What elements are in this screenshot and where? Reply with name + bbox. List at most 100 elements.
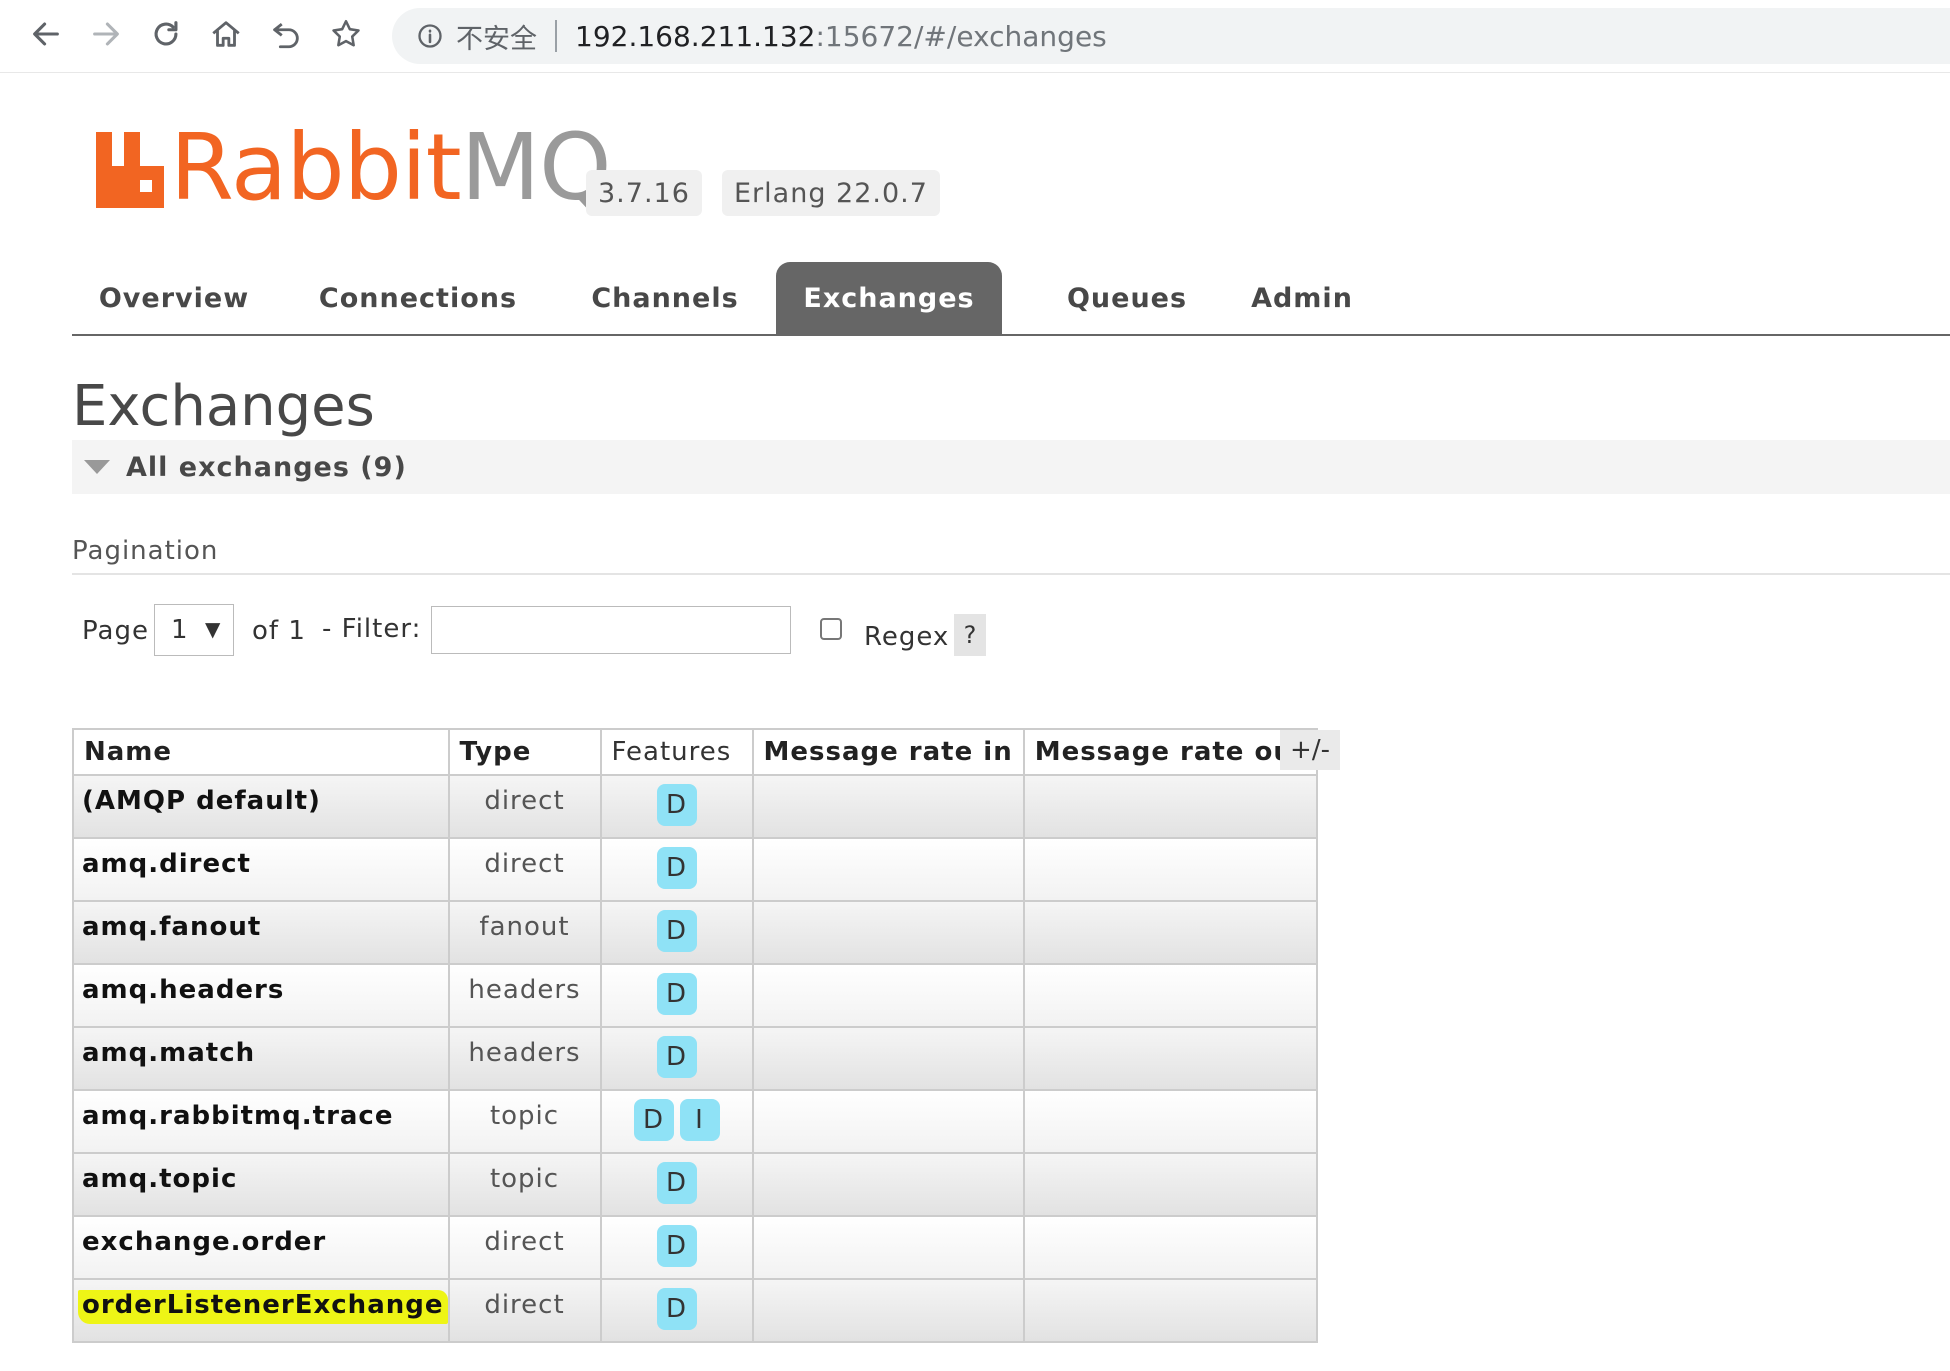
exchange-name[interactable]: amq.topic: [82, 1164, 237, 1194]
version-badge: 3.7.16: [586, 170, 702, 216]
rate-out-cell: [1022, 1216, 1319, 1280]
reload-icon: [154, 21, 178, 46]
section-label: All exchanges (9): [126, 451, 407, 483]
rate-in-cell: [751, 775, 1025, 839]
page-label: Page: [82, 616, 149, 646]
back-button[interactable]: [24, 12, 68, 56]
reload-button[interactable]: [144, 12, 188, 56]
exchange-type: direct: [484, 1227, 565, 1257]
rabbitmq-logo-icon: [96, 132, 164, 208]
tab-queues[interactable]: Queues: [1042, 262, 1212, 334]
exchange-type: topic: [489, 1101, 560, 1131]
pagination-divider: [72, 573, 1950, 575]
all-exchanges-toggle[interactable]: All exchanges (9): [72, 440, 1950, 494]
rate-in-cell: [751, 838, 1025, 902]
exchange-name[interactable]: amq.rabbitmq.trace: [82, 1101, 393, 1131]
rate-out-cell: [1022, 964, 1319, 1028]
regex-help-button[interactable]: ?: [954, 614, 986, 656]
undo-history-icon: [273, 22, 299, 49]
rate-out-cell: [1022, 901, 1319, 965]
rabbitmq-logo[interactable]: RabbitMQ TM: [96, 122, 630, 214]
forward-arrow-icon: [93, 22, 119, 46]
column-header-rate-in[interactable]: Message rate in: [751, 728, 1025, 776]
rate-in-cell: [751, 901, 1025, 965]
rate-out-cell: [1022, 1153, 1319, 1217]
table-row[interactable]: amq.fanout fanout D: [72, 901, 1319, 965]
exchange-type: headers: [468, 975, 581, 1005]
rate-out-cell: [1022, 775, 1319, 839]
bookmark-button[interactable]: [324, 12, 368, 56]
filter-label: - Filter:: [322, 614, 422, 644]
exchange-name[interactable]: amq.match: [82, 1038, 255, 1068]
column-header-features: Features: [599, 728, 754, 776]
exchange-name[interactable]: amq.fanout: [82, 912, 261, 942]
dropdown-arrow-icon: ▼: [205, 617, 221, 641]
table-row[interactable]: orderListenerExchange direct D: [72, 1279, 1319, 1343]
exchange-type: topic: [489, 1164, 560, 1194]
exchange-name[interactable]: (AMQP default): [82, 786, 321, 816]
page-select-value: 1: [171, 615, 188, 645]
erlang-version-badge: Erlang 22.0.7: [722, 170, 940, 216]
page-select[interactable]: 1 ▼: [154, 604, 234, 656]
url-host: 192.168.211.132: [575, 19, 816, 53]
table-row[interactable]: amq.rabbitmq.trace topic DI: [72, 1090, 1319, 1154]
column-header-name[interactable]: Name: [72, 728, 450, 776]
exchange-name[interactable]: exchange.order: [82, 1227, 326, 1257]
url-path: :15672/#/exchanges: [815, 19, 1107, 53]
exchanges-table: Name Type Features Message rate in Messa…: [72, 728, 1319, 1343]
filter-input[interactable]: [431, 606, 791, 654]
rate-in-cell: [751, 964, 1025, 1028]
tab-channels[interactable]: Channels: [580, 262, 750, 334]
rate-in-cell: [751, 1090, 1025, 1154]
table-header-row: Name Type Features Message rate in Messa…: [72, 728, 1319, 776]
exchange-name[interactable]: amq.direct: [82, 849, 251, 879]
exchange-name[interactable]: amq.headers: [82, 975, 284, 1005]
table-row[interactable]: exchange.order direct D: [72, 1216, 1319, 1280]
rate-in-cell: [751, 1279, 1025, 1343]
history-button[interactable]: [264, 12, 308, 56]
tab-admin[interactable]: Admin: [1232, 262, 1372, 334]
security-label: 不安全: [456, 23, 537, 55]
pagination-heading[interactable]: Pagination: [72, 536, 218, 566]
feature-badge-durable: D: [633, 1099, 674, 1141]
table-row[interactable]: amq.topic topic D: [72, 1153, 1319, 1217]
exchange-type: fanout: [479, 912, 570, 942]
feature-badge-durable: D: [656, 1162, 697, 1204]
rate-out-cell: [1022, 1027, 1319, 1091]
table-row[interactable]: (AMQP default) direct D: [72, 775, 1319, 839]
rate-in-cell: [751, 1027, 1025, 1091]
feature-badge-durable: D: [656, 1036, 697, 1078]
page-title: Exchanges: [72, 374, 375, 439]
triangle-down-icon: [84, 460, 110, 474]
regex-label: Regex: [864, 622, 950, 652]
exchange-name-highlighted[interactable]: orderListenerExchange: [78, 1290, 448, 1324]
rate-out-cell: [1022, 1090, 1319, 1154]
info-icon[interactable]: [416, 22, 444, 50]
table-row[interactable]: amq.headers headers D: [72, 964, 1319, 1028]
address-separator: [555, 20, 557, 52]
exchange-type: direct: [484, 786, 565, 816]
main-tabs: Overview Connections Channels Exchanges …: [72, 262, 1950, 336]
regex-checkbox[interactable]: [820, 618, 842, 640]
feature-badge-durable: D: [656, 973, 697, 1015]
column-header-type[interactable]: Type: [447, 728, 602, 776]
tab-overview[interactable]: Overview: [94, 262, 254, 334]
feature-badge-durable: D: [656, 910, 697, 952]
back-arrow-icon: [33, 22, 59, 46]
column-toggle-button[interactable]: +/-: [1280, 730, 1340, 770]
star-icon: [332, 19, 360, 47]
table-row[interactable]: amq.match headers D: [72, 1027, 1319, 1091]
exchange-type: direct: [484, 849, 565, 879]
home-button[interactable]: [204, 12, 248, 56]
feature-badge-durable: D: [656, 784, 697, 826]
forward-button[interactable]: [84, 12, 128, 56]
home-icon: [212, 21, 240, 47]
tab-exchanges[interactable]: Exchanges: [776, 262, 1002, 334]
rate-out-cell: [1022, 838, 1319, 902]
feature-badge-durable: D: [656, 1225, 697, 1267]
column-header-rate-out[interactable]: Message rate out: [1022, 728, 1319, 776]
rate-in-cell: [751, 1153, 1025, 1217]
tab-connections[interactable]: Connections: [308, 262, 528, 334]
table-row[interactable]: amq.direct direct D: [72, 838, 1319, 902]
address-bar[interactable]: 不安全 192.168.211.132 :15672/#/exchanges: [392, 8, 1950, 64]
